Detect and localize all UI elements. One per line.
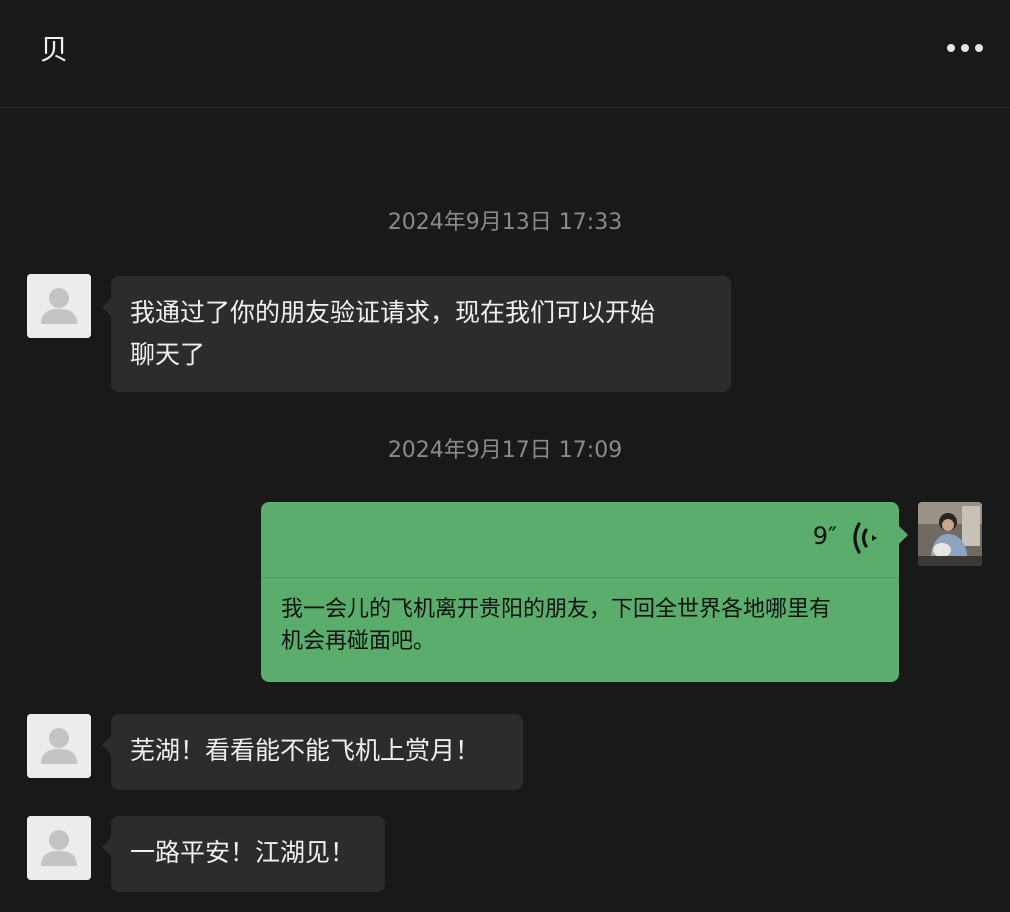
message-text: 一路平安！江湖见！ bbox=[130, 838, 356, 867]
more-options-button[interactable] bbox=[940, 34, 990, 62]
incoming-message-bubble[interactable]: 一路平安！江湖见！ bbox=[102, 816, 385, 892]
voice-player[interactable]: 9″ bbox=[261, 502, 899, 578]
voice-wave-icon bbox=[853, 522, 877, 554]
voice-duration: 9″ bbox=[812, 522, 837, 550]
voice-transcript: 我一会儿的飞机离开贵阳的朋友，下回全世界各地哪里有 机会再碰面吧。 bbox=[281, 594, 881, 658]
chat-title: 贝 bbox=[40, 33, 69, 66]
outgoing-voice-message[interactable]: 9″ 我一会儿的飞机离开贵阳的朋友，下回全世界各地哪里有 机会再碰面吧。 bbox=[261, 502, 908, 682]
message-text-line: 我通过了你的朋友验证请求，现在我们可以开始 bbox=[130, 298, 656, 327]
more-dot bbox=[961, 44, 969, 52]
person-silhouette-icon bbox=[27, 816, 91, 880]
chat-window: 贝 2024年9月13日 17:33 我通过了你的朋友验证请求，现在我们可以开始… bbox=[0, 0, 1010, 912]
message-timestamp: 2024年9月13日 17:33 bbox=[387, 210, 623, 235]
person-silhouette-icon bbox=[27, 714, 91, 778]
message-text-line: 聊天了 bbox=[130, 340, 206, 369]
more-dots-icon bbox=[947, 44, 955, 52]
chat-header: 贝 bbox=[0, 0, 1010, 108]
message-timestamp: 2024年9月17日 17:09 bbox=[387, 438, 623, 463]
message-text: 芜湖！看看能不能飞机上赏月！ bbox=[130, 736, 481, 765]
incoming-message-bubble[interactable]: 芜湖！看看能不能飞机上赏月！ bbox=[102, 714, 523, 790]
transcript-line: 我一会儿的飞机离开贵阳的朋友，下回全世界各地哪里有 bbox=[281, 597, 832, 622]
person-silhouette-icon bbox=[27, 274, 91, 338]
more-dot bbox=[975, 44, 983, 52]
my-avatar[interactable] bbox=[918, 502, 982, 566]
contact-avatar[interactable] bbox=[27, 816, 91, 880]
contact-avatar[interactable] bbox=[27, 714, 91, 778]
contact-avatar[interactable] bbox=[27, 274, 91, 338]
incoming-message-bubble[interactable]: 我通过了你的朋友验证请求，现在我们可以开始 聊天了 bbox=[102, 276, 731, 392]
user-photo-icon bbox=[918, 502, 982, 566]
transcript-line: 机会再碰面吧。 bbox=[281, 629, 436, 654]
